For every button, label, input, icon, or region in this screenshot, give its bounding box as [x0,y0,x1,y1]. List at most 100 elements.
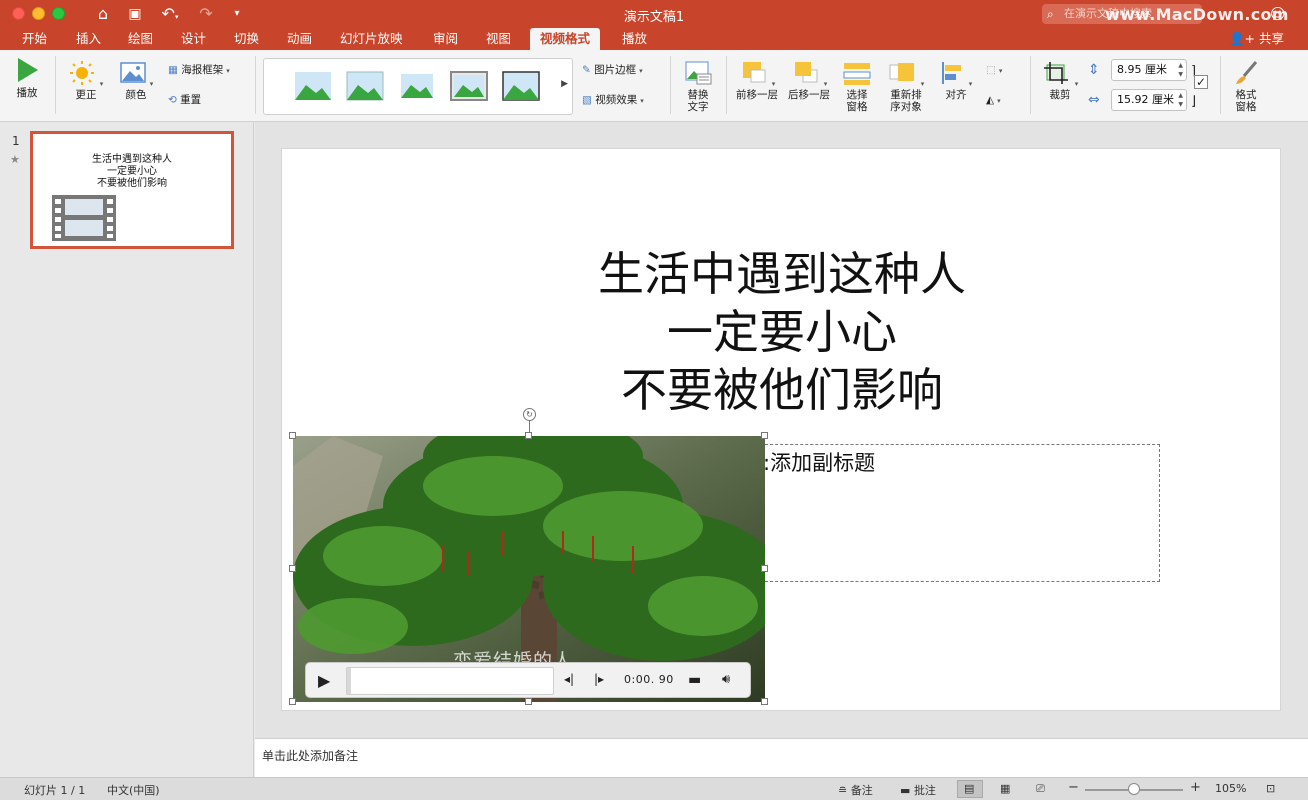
corrections-button[interactable]: ▾ 更正 [64,60,108,101]
add-person-icon: 👤+ [1228,31,1259,46]
poster-frame-button[interactable]: ▦ 海报框架 ▾ [168,60,230,80]
share-label: 共享 [1258,31,1284,46]
play-button[interactable]: 播放 [8,56,46,99]
tab-view[interactable]: 视图 [480,28,517,50]
color-button[interactable]: ▾ 颜色 [114,60,158,101]
video-style-thumb[interactable] [502,71,540,101]
slide-canvas[interactable]: 生活中遇到这种人 一定要小心 不要被他们影响 :添加副标题 ↻ 恋爱结婚的人 ▶… [281,148,1281,711]
height-input[interactable]: 8.95 厘米 ▲ ▼ [1111,59,1187,81]
tab-slideshow[interactable]: 幻灯片放映 [334,28,409,50]
crop-label: 裁剪 [1049,89,1071,101]
tab-animations[interactable]: 动画 [281,28,318,50]
notes-placeholder: 单击此处添加备注 [262,749,359,763]
poster-frame-icon: ▦ [168,64,182,76]
tab-video-format[interactable]: 视频格式 [530,28,601,50]
resize-handle[interactable] [525,432,532,439]
fit-to-window-icon[interactable]: ⊡ [1266,782,1275,795]
reset-label: 重置 [180,94,202,106]
picture-border-button[interactable]: ✎ 图片边框 ▾ [582,60,643,80]
video-object[interactable]: 恋爱结婚的人 ▶ ◂| |▸ 0:00. 90 ▬ 🔊︎ [293,436,765,702]
paintbrush-icon [1236,61,1258,84]
format-pane-label-1: 格式 [1235,89,1257,101]
send-backward-button[interactable]: ▾ 后移一层 [786,60,832,101]
step-forward-icon[interactable]: |▸ [594,672,604,686]
search-icon: ⌕ [1047,7,1054,21]
share-button[interactable]: 👤+ 共享 [1229,28,1284,50]
comments-toggle[interactable]: ▬ 批注 [900,782,936,798]
slide-thumbnail[interactable]: 生活中遇到这种人 一定要小心 不要被他们影响 [30,131,234,249]
language-indicator[interactable]: 中文(中国) [107,782,160,798]
feedback-smiley-icon[interactable]: ☺ [1270,5,1286,23]
subtitle-placeholder[interactable]: :添加副标题 [760,444,1160,582]
format-pane-button[interactable]: 格式 窗格 [1228,60,1264,113]
alt-text-button[interactable]: 替换 文字 [678,60,718,113]
tab-transitions[interactable]: 切换 [228,28,265,50]
tab-insert[interactable]: 插入 [70,28,107,50]
slide-sorter-icon[interactable]: ▦ [1000,782,1010,795]
group-icon[interactable]: ⬚ ▾ [986,60,1002,80]
slideshow-view-icon[interactable]: ⎚ [1036,782,1045,796]
lock-aspect-bracket-bottom-icon: ⌋ [1191,94,1197,109]
tab-home[interactable]: 开始 [16,28,53,50]
step-back-icon[interactable]: ◂| [564,672,574,686]
alt-text-label-1: 替换 [687,89,709,101]
animation-star-icon: ★ [10,153,20,166]
status-bar: 幻灯片 1 / 1 中文(中国) ≘ 备注 ▬ 批注 ▤ ▦ ⎚ − + 105… [0,777,1308,800]
resize-handle[interactable] [761,565,768,572]
width-icon: ⇔ [1088,92,1100,108]
video-effects-button[interactable]: ▧ 视频效果 ▾ [582,90,644,110]
title-line: 生活中遇到这种人 [598,247,966,301]
resize-handle[interactable] [525,698,532,705]
slide-editing-area: 生活中遇到这种人 一定要小心 不要被他们影响 :添加副标题 ↻ 恋爱结婚的人 ▶… [255,122,1308,738]
captions-icon[interactable]: ▬ [688,672,701,688]
tab-playback[interactable]: 播放 [616,28,653,50]
resize-handle[interactable] [289,698,296,705]
selection-pane-icon [843,63,871,85]
notes-pane[interactable]: 单击此处添加备注 [255,738,1308,777]
bring-forward-button[interactable]: ▾ 前移一层 [734,60,780,101]
tab-design[interactable]: 设计 [175,28,212,50]
volume-icon[interactable]: 🔊︎ [722,672,730,687]
reorder-icon [889,63,914,81]
resize-handle[interactable] [289,432,296,439]
zoom-out-icon[interactable]: − [1068,780,1079,795]
video-seek-bar[interactable] [346,667,554,695]
crop-button[interactable]: ▾ 裁剪 [1038,60,1082,101]
gallery-more-arrow-icon[interactable]: ▶ [561,79,568,89]
reset-button[interactable]: ⟲ 重置 [168,90,201,110]
lock-aspect-checkbox[interactable]: ✓ [1194,75,1208,89]
corrections-label: 更正 [75,89,97,101]
thumb-line: 一定要小心 [107,166,157,177]
slide-count: 幻灯片 1 / 1 [24,784,86,797]
slide-title[interactable]: 生活中遇到这种人 一定要小心 不要被他们影响 [532,245,1032,419]
video-style-thumb[interactable] [450,71,488,101]
video-style-thumb[interactable] [346,71,384,101]
comments-toggle-label: 批注 [913,784,936,797]
width-input[interactable]: 15.92 厘米 ▲ ▼ [1111,89,1187,111]
video-styles-gallery[interactable]: ▶ [263,58,573,115]
rotate-handle-icon[interactable]: ↻ [523,408,536,421]
video-play-button[interactable]: ▶ [318,671,330,690]
zoom-in-icon[interactable]: + [1190,780,1201,795]
video-style-thumb[interactable] [294,71,332,101]
tab-review[interactable]: 审阅 [427,28,464,50]
zoom-slider-knob[interactable] [1128,783,1140,795]
resize-handle[interactable] [289,565,296,572]
height-stepper[interactable]: ▲ ▼ [1178,61,1183,79]
ribbon: 播放 ▾ 更正 ▾ 颜色 ▦ 海报框架 ▾ ⟲ 重置 ▶ ✎ 图片边框 ▾ ▧ 视频… [0,50,1308,122]
height-icon: ⇕ [1088,62,1100,78]
resize-handle[interactable] [761,698,768,705]
video-style-thumb[interactable] [398,71,436,101]
play-icon [18,58,38,82]
comment-icon: ▬ [900,784,914,797]
selection-pane-button[interactable]: 选择 窗格 [838,60,876,113]
align-button[interactable]: ▾ 对齐 [936,60,976,101]
notes-toggle[interactable]: ≘ 备注 [838,782,873,798]
rotate-icon[interactable]: ◭ ▾ [986,90,1001,110]
tab-draw[interactable]: 绘图 [122,28,159,50]
zoom-level[interactable]: 105% [1215,782,1246,795]
reorder-objects-button[interactable]: ▾ 重新排 序对象 [882,60,930,113]
width-stepper[interactable]: ▲ ▼ [1178,91,1183,109]
align-label: 对齐 [945,89,967,101]
resize-handle[interactable] [761,432,768,439]
